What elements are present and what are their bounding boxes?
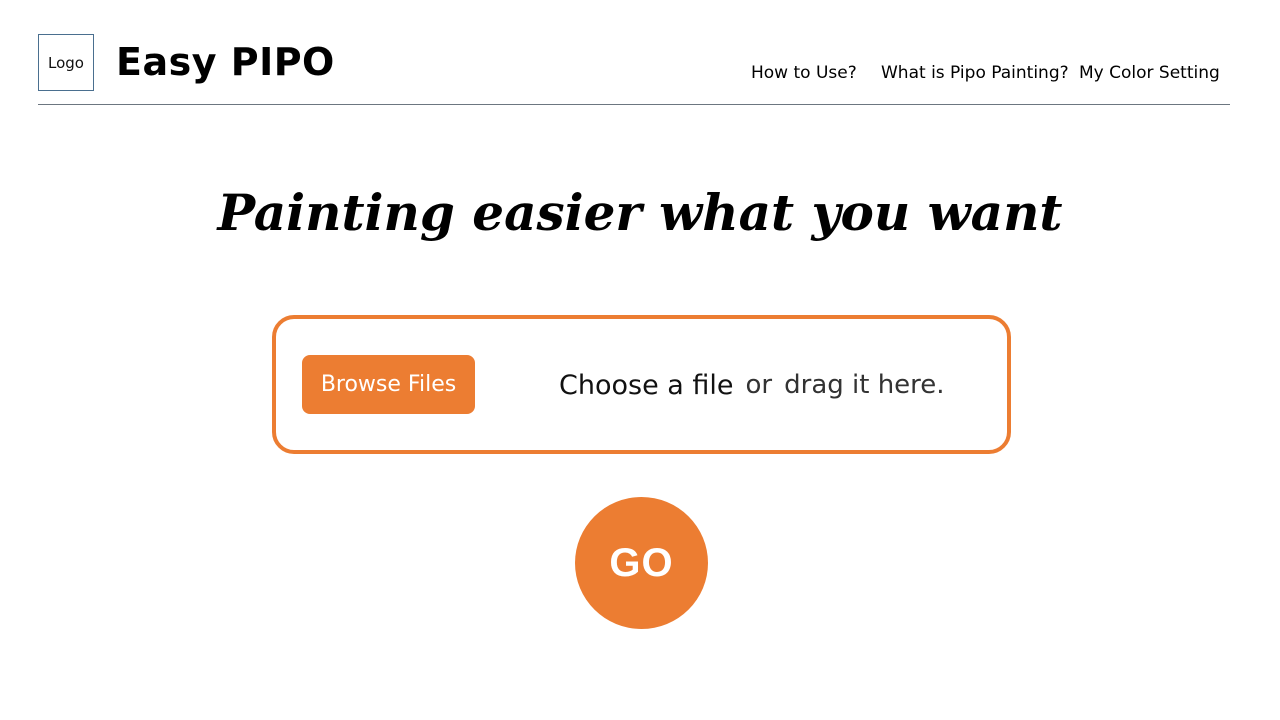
main-nav: How to Use? What is Pipo Painting? My Co…: [0, 61, 1280, 85]
header-divider: [38, 104, 1230, 105]
browse-files-button[interactable]: Browse Files: [302, 355, 475, 414]
choose-file-text: Choose a file: [559, 369, 734, 401]
drag-here-text: drag it here.: [784, 370, 945, 400]
nav-how-to-use[interactable]: How to Use?: [751, 61, 857, 85]
nav-what-is-pipo-painting[interactable]: What is Pipo Painting?: [881, 61, 1069, 85]
nav-my-color-setting[interactable]: My Color Setting: [1079, 61, 1220, 85]
go-button[interactable]: GO: [575, 497, 708, 629]
drop-zone-instructions: Choose a file or drag it here.: [559, 366, 945, 404]
page: Logo Easy PIPO How to Use? What is Pipo …: [0, 0, 1280, 720]
hero-title: Painting easier what you want: [217, 183, 1063, 242]
or-text: or: [745, 370, 773, 400]
